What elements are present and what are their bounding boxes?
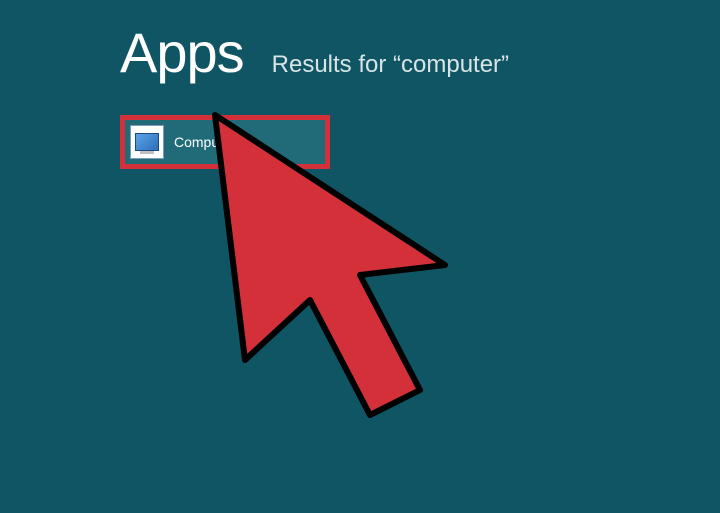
header: Apps Results for “computer” xyxy=(0,0,720,85)
result-tile-computer[interactable]: Computer xyxy=(125,120,325,164)
computer-icon xyxy=(130,125,164,159)
results-area: Computer xyxy=(0,115,720,169)
page-title: Apps xyxy=(120,20,244,85)
result-tile-label: Computer xyxy=(174,134,235,150)
highlight-box: Computer xyxy=(120,115,330,169)
results-label: Results for “computer” xyxy=(272,51,509,79)
